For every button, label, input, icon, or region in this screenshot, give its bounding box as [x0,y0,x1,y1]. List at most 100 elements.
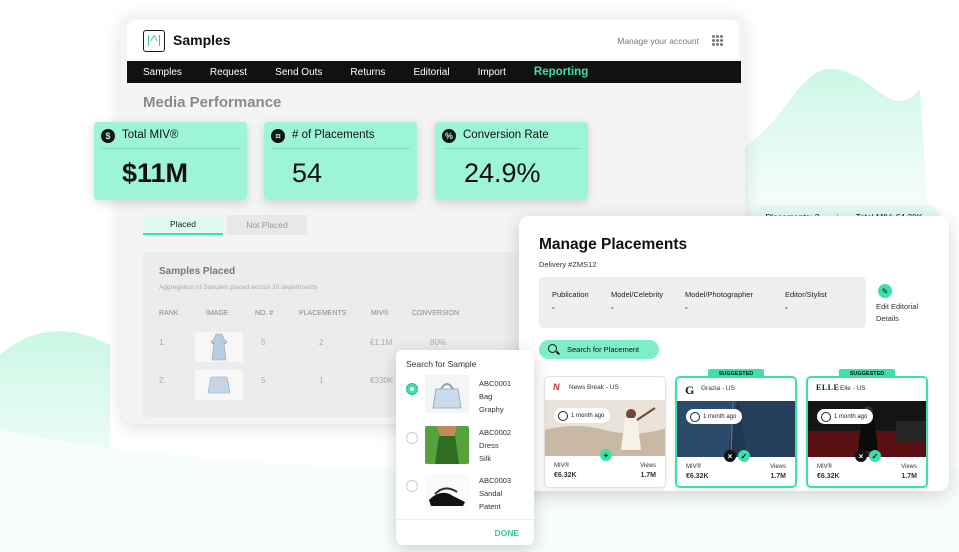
sample-type: Bag [479,392,493,401]
edit-editorial-label: Edit Editorial Details [876,302,919,323]
table-cell-rank: 2. [159,376,166,385]
field-value: - [785,303,788,312]
sample-option[interactable]: ABC0003 Sandal Patent [396,472,534,520]
bag-image [425,375,469,413]
search-placement-label: Search for Placement [567,345,640,354]
popup-footer: DONE [396,519,534,545]
tab-not-placed[interactable]: Not Placed [227,215,307,235]
kpi-divider [101,148,240,149]
reject-icon[interactable]: × [855,450,867,462]
views-value: 1.7M [640,472,656,479]
placement-card[interactable]: N News Break - US 1 month ago + MIV® Vie… [544,376,666,488]
column-header: RANK [159,310,179,317]
field-value: - [552,303,555,312]
miv-label: MIV® [554,463,570,469]
field-value: - [611,303,614,312]
sample-details: ABC0003 Sandal Patent [479,474,511,513]
nav-request[interactable]: Request [210,67,247,78]
placement-image: 1 month ago [677,401,795,457]
dress-image [425,426,469,464]
suggested-badge: SUGGESTED [708,369,764,378]
accept-icon[interactable]: ✓ [738,450,750,462]
views-value: 1.7M [770,473,786,480]
elle-logo-icon: ELLE [816,383,840,392]
manage-account-link[interactable]: Manage your account [617,36,699,46]
app-title: Samples [173,32,231,48]
main-nav: Samples Request Send Outs Returns Editor… [127,61,741,83]
sample-code: ABC0003 [479,476,512,485]
placement-card[interactable]: SUGGESTED G Grazia - US 1 month ago × ✓ … [675,369,797,488]
sample-radio[interactable] [406,432,418,444]
column-header: MIV® [371,310,389,317]
page-title: Media Performance [143,94,282,111]
kpi-label: Conversion Rate [463,129,549,141]
search-placement-button[interactable]: Search for Placement [539,340,659,359]
search-sample-title: Search for Sample [406,359,477,369]
column-header: IMAGE [206,310,229,317]
field-label: Publication [552,290,589,299]
kpi-label: # of Placements [292,129,375,141]
logo-icon [143,30,165,52]
field-editor-stylist: Editor/Stylist - [785,290,827,312]
app-header: Samples Manage your account [127,20,739,62]
suggested-badge: SUGGESTED [839,369,895,378]
kpi-label: Total MIV® [122,129,179,141]
nav-reporting[interactable]: Reporting [534,66,588,78]
reject-icon[interactable]: × [724,450,736,462]
sample-details: ABC0002 Dress Silk [479,426,511,465]
nav-send-outs[interactable]: Send Outs [275,67,322,78]
delivery-label: Delivery #ZMS12 [539,260,597,269]
field-model-celebrity: Model/Celebrity - [611,290,663,312]
sample-radio[interactable] [406,480,418,492]
sample-type: Dress [479,441,499,450]
miv-label: MIV® [686,464,702,470]
percent-icon: % [442,129,456,143]
kpi-divider [271,148,410,149]
field-publication: Publication - [552,290,589,312]
field-label: Model/Celebrity [611,290,664,299]
sandal-image [425,474,469,512]
nav-import[interactable]: Import [478,67,506,78]
search-sample-popup: Search for Sample ABC0001 Bag Graphy ABC… [396,350,534,545]
sample-option[interactable]: ABC0001 Bag Graphy [396,375,534,423]
apps-grid-icon[interactable] [712,35,723,46]
grazia-logo-icon: G [685,383,695,397]
sample-thumbnail [195,370,243,400]
done-button[interactable]: DONE [494,528,519,538]
table-cell-placements: 2 [319,338,324,347]
nav-returns[interactable]: Returns [350,67,385,78]
placement-tabs: Placed Not Placed [143,215,311,235]
sample-material: Graphy [479,405,504,414]
sample-radio[interactable] [406,383,418,395]
views-label: Views [640,463,656,469]
nav-samples[interactable]: Samples [143,67,182,78]
manage-placements-title: Manage Placements [539,236,688,253]
samples-placed-title: Samples Placed [159,266,236,277]
sample-code: ABC0001 [479,379,512,388]
kpi-value: 24.9% [464,158,541,188]
add-placement-icon[interactable]: + [600,449,612,461]
views-value: 1.7M [901,473,917,480]
kpi-value: 54 [292,158,323,188]
placement-card[interactable]: SUGGESTED ELLE Elle - US 1 month ago × ✓… [806,369,928,488]
edit-editorial-button[interactable]: ✎ Edit Editorial Details [876,284,932,325]
kpi-placements: ⌗ # of Placements 54 [264,122,417,200]
table-cell-miv: €1.1M [370,338,393,347]
kpi-conversion-rate: % Conversion Rate 24.9% [435,122,588,200]
kpi-total-miv: $ Total MIV® $11M [94,122,247,200]
field-label: Editor/Stylist [785,290,827,299]
publication-name: Grazia - US [701,385,735,392]
placement-image: 1 month ago [808,401,926,457]
tab-placed[interactable]: Placed [143,215,223,235]
sample-material: Silk [479,454,492,463]
search-icon [548,344,557,353]
time-ago-badge: 1 month ago [554,408,611,423]
publication-name: News Break - US [569,384,619,391]
views-label: Views [901,464,917,470]
sample-option[interactable]: ABC0002 Dress Silk [396,424,534,472]
news-break-logo-icon: N [553,382,560,392]
nav-editorial[interactable]: Editorial [413,67,449,78]
sample-thumbnail [195,332,243,362]
accept-icon[interactable]: ✓ [869,450,881,462]
sample-details: ABC0001 Bag Graphy [479,377,511,416]
